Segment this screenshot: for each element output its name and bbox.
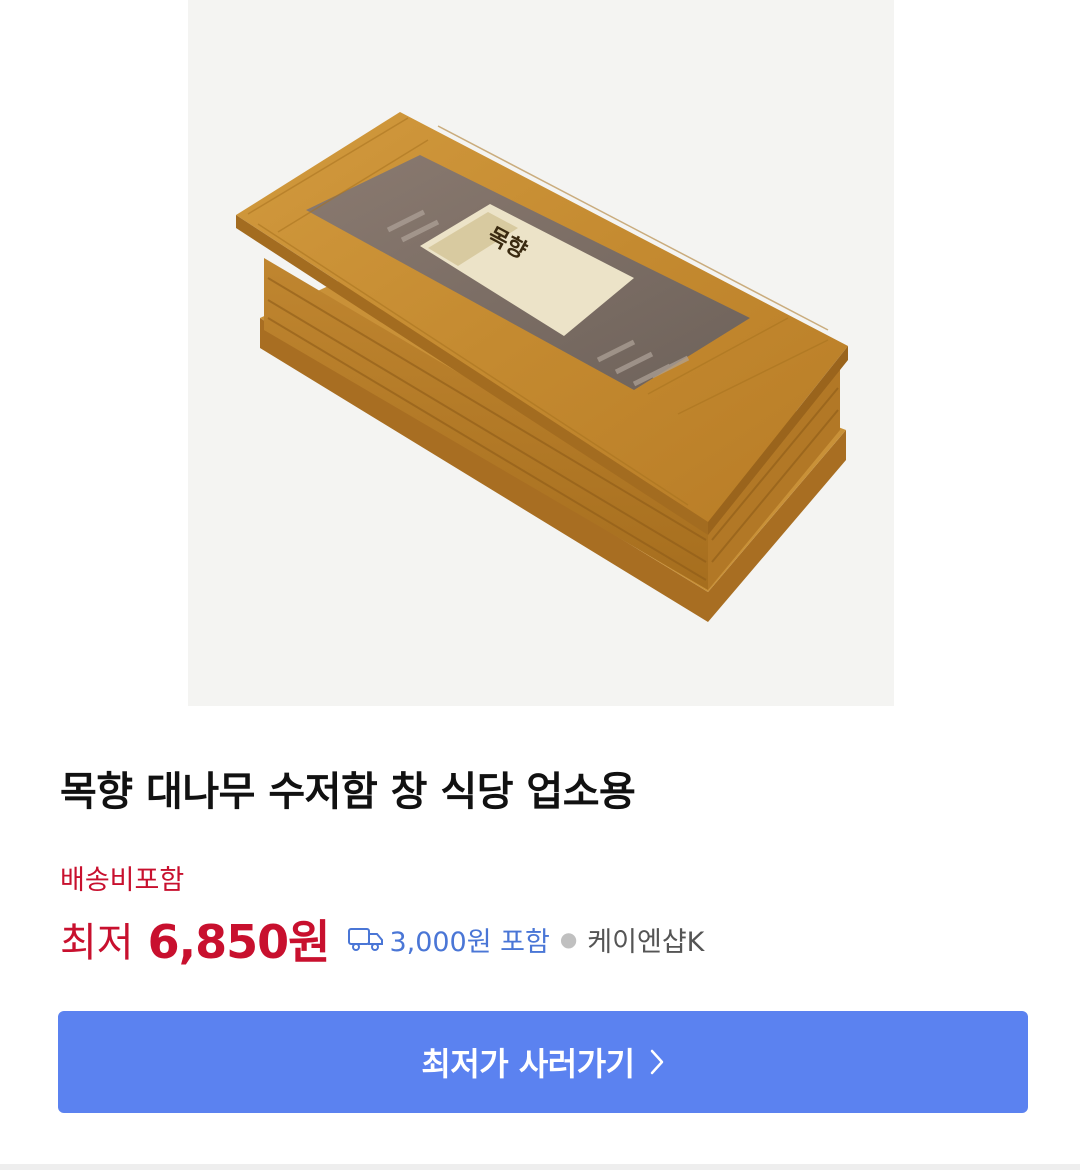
lowest-price-prefix: 최저 bbox=[60, 920, 134, 966]
shipping-fee: 3,000원 포함 bbox=[389, 926, 550, 958]
product-title: 목향 대나무 수저함 창 식당 업소용 bbox=[60, 769, 636, 815]
product-image[interactable]: 목향 bbox=[188, 0, 894, 706]
seller-name[interactable]: 케이엔샵K bbox=[587, 920, 704, 959]
buy-lowest-price-button[interactable]: 최저가 사러가기 bbox=[58, 1011, 1028, 1113]
section-divider bbox=[0, 1164, 1080, 1170]
delivery-truck-icon bbox=[347, 925, 385, 953]
bamboo-cutlery-box-illustration: 목향 bbox=[236, 112, 848, 622]
separator-dot: ● bbox=[559, 927, 578, 951]
shipping-included-label: 배송비포함 bbox=[60, 865, 185, 896]
buy-button-label: 최저가 사러가기 bbox=[421, 1045, 635, 1083]
chevron-right-icon bbox=[649, 1047, 665, 1077]
price-row: 최저 6,850원 3,000원 포함 ● 케이엔샵K bbox=[60, 905, 704, 973]
lowest-price: 6,850원 bbox=[147, 915, 331, 969]
